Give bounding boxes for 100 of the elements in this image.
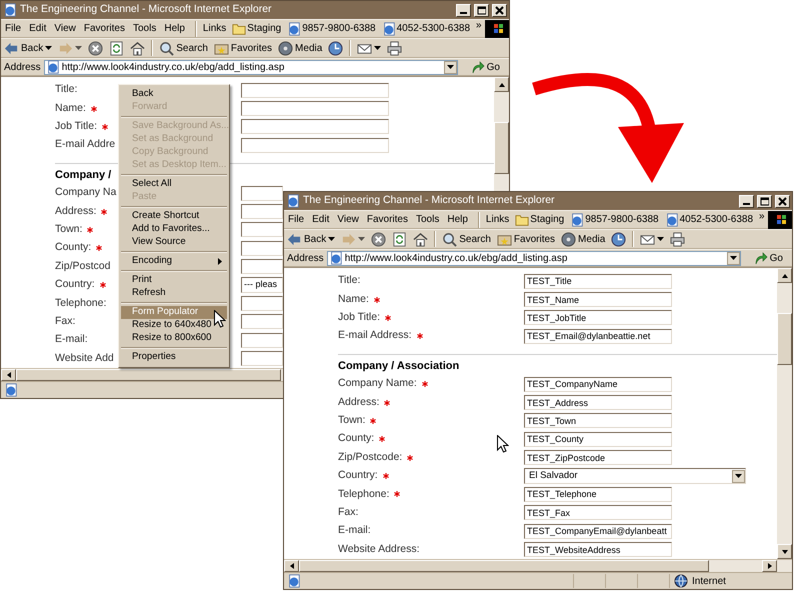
caret-icon <box>358 237 366 241</box>
link-button[interactable]: Staging <box>229 21 284 36</box>
media-button[interactable]: Media <box>275 39 326 57</box>
close-button[interactable] <box>775 194 790 208</box>
link-button[interactable]: 4052-5300-6388 <box>662 212 756 227</box>
menu-item[interactable]: Back <box>121 88 227 101</box>
flag-logo-icon <box>484 20 509 38</box>
country-select[interactable]: El Salvador <box>524 468 746 484</box>
maximize-button[interactable] <box>474 4 489 16</box>
menu-item[interactable]: Select All <box>121 178 227 191</box>
menu-item[interactable]: Create Shortcut <box>121 210 227 223</box>
favorites-button[interactable]: Favorites <box>210 39 276 57</box>
disc-icon <box>561 232 576 246</box>
menu-item[interactable]: Favorites <box>362 212 412 226</box>
house-icon <box>413 232 428 246</box>
field-label: E-mail: <box>55 332 88 348</box>
input-field[interactable]: TEST_Title <box>524 274 672 289</box>
link-button[interactable]: 4052-5300-6388 <box>378 21 474 36</box>
menu-item[interactable]: Refresh <box>121 287 227 300</box>
vertical-scrollbar[interactable] <box>777 268 792 559</box>
input-field[interactable] <box>241 101 389 116</box>
address-field[interactable]: http://www.look4industry.co.uk/ebg/add_listing.asp <box>326 250 741 266</box>
maximize-button[interactable] <box>757 194 772 208</box>
search-button[interactable]: Search <box>439 230 494 248</box>
input-field[interactable] <box>241 186 283 201</box>
page-icon <box>664 212 679 226</box>
country-select[interactable]: --- pleas <box>241 277 283 294</box>
search-icon <box>159 40 174 56</box>
scroll-thumb[interactable] <box>494 122 509 174</box>
menu-item[interactable]: Edit <box>25 22 50 36</box>
scroll-thumb[interactable] <box>299 560 709 572</box>
input-field[interactable]: TEST_CompanyName <box>524 376 672 392</box>
back-button[interactable]: Back <box>1 39 56 57</box>
input-field[interactable]: TEST_Fax <box>524 505 672 520</box>
submenu-arrow-icon <box>218 258 222 265</box>
field-label: Address: <box>55 204 96 219</box>
link-button[interactable]: 9857-9800-6388 <box>567 212 662 227</box>
media-button[interactable]: Media <box>558 230 608 248</box>
input-field[interactable] <box>241 240 283 256</box>
input-field[interactable]: TEST_Address <box>524 395 672 410</box>
address-field[interactable]: http://www.look4industry.co.uk/ebg/add_listing.asp <box>44 60 458 74</box>
back-button[interactable]: Back <box>284 230 338 248</box>
field-label: Zip/Postcode: <box>338 450 402 465</box>
input-field[interactable] <box>241 82 389 98</box>
field-label: Address: <box>338 394 380 410</box>
caret-icon <box>328 237 336 241</box>
input-field[interactable]: TEST_JobTitle <box>524 310 672 326</box>
menu-item[interactable]: Resize to 640x480 <box>121 319 227 332</box>
menu-item[interactable]: Print <box>121 274 227 287</box>
input-field[interactable]: TEST_Email@dylanbeattie.net <box>524 328 672 344</box>
menu-item[interactable]: File <box>1 22 26 36</box>
input-field[interactable]: TEST_Town <box>524 413 672 428</box>
field-label: E-mail Address: <box>338 328 412 344</box>
menu-item[interactable]: File <box>284 212 308 226</box>
menu-item[interactable]: Resize to 800x600 <box>121 332 227 345</box>
input-field[interactable] <box>241 296 283 311</box>
menu-item[interactable]: Tools <box>128 22 160 36</box>
favorites-button[interactable]: Favorites <box>494 230 558 248</box>
menu-item[interactable]: Edit <box>308 212 334 226</box>
menu-item[interactable]: Add to Favorites... <box>121 223 227 236</box>
menu-item[interactable]: View <box>333 212 363 226</box>
input-field[interactable]: TEST_WebsiteAddress <box>524 542 672 558</box>
input-field[interactable] <box>241 314 283 330</box>
input-field[interactable] <box>241 204 283 220</box>
menu-item[interactable]: View <box>50 22 80 36</box>
link-button[interactable]: 9857-9800-6388 <box>284 21 379 36</box>
input-field[interactable]: TEST_Name <box>524 292 672 308</box>
go-button[interactable]: Go <box>744 250 789 266</box>
horizontal-scrollbar[interactable] <box>284 560 777 572</box>
menu-item[interactable]: Favorites <box>80 22 129 36</box>
field-label: Job Title: <box>55 119 98 134</box>
minimize-button[interactable] <box>456 4 471 16</box>
input-field[interactable] <box>241 138 389 153</box>
menu-item[interactable]: Help <box>443 212 472 226</box>
input-field[interactable] <box>241 119 389 134</box>
input-field[interactable]: TEST_CompanyEmail@dylanbeatt <box>524 524 672 539</box>
search-button[interactable]: Search <box>156 39 211 57</box>
go-button[interactable]: Go <box>460 60 506 74</box>
input-field[interactable]: TEST_ZipPostcode <box>524 450 672 466</box>
close-button[interactable] <box>492 4 507 16</box>
menu-item[interactable]: View Source <box>121 236 227 249</box>
minimize-button[interactable] <box>739 194 754 208</box>
menu-item[interactable]: Tools <box>412 212 444 226</box>
input-field[interactable] <box>241 332 283 348</box>
maximize-icon <box>760 196 769 206</box>
scroll-thumb[interactable] <box>777 313 792 365</box>
close-icon <box>495 6 504 14</box>
input-field[interactable] <box>241 351 283 366</box>
input-field[interactable] <box>241 222 283 238</box>
chevron-button[interactable]: » <box>473 20 485 32</box>
chevron-button[interactable]: » <box>756 211 768 223</box>
input-field[interactable]: TEST_County <box>524 432 672 447</box>
menu-item[interactable]: Encoding <box>121 255 227 268</box>
link-button[interactable]: Staging <box>512 212 568 227</box>
menu-item[interactable]: Help <box>160 22 189 36</box>
left-arrow-icon <box>288 562 294 570</box>
input-field[interactable]: TEST_Telephone <box>524 486 672 502</box>
menu-item[interactable]: Properties <box>121 351 227 364</box>
input-field[interactable] <box>241 259 283 274</box>
address-label: Address <box>287 252 324 266</box>
